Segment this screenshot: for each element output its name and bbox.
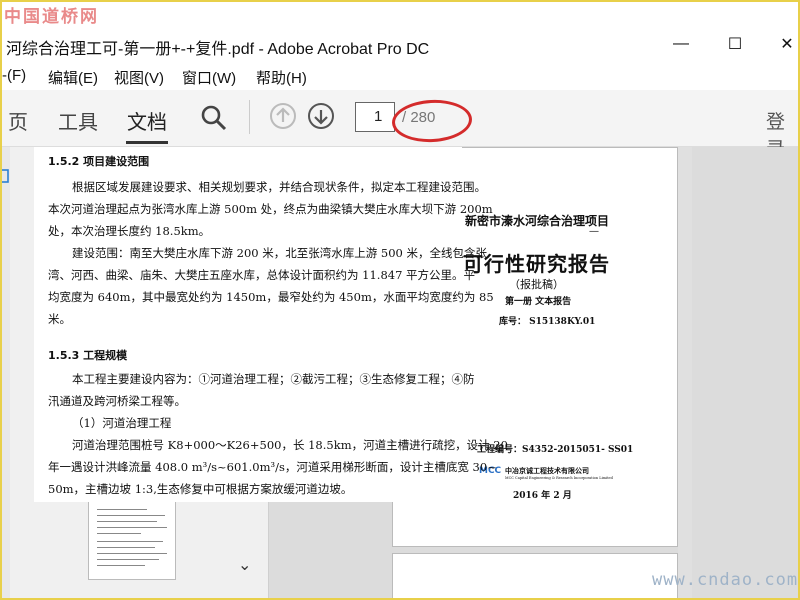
window-title: 河综合治理工可-第一册+-+复件.pdf - Adobe Acrobat Pro… xyxy=(6,41,430,58)
cover-volume: 第一册 文本报告 xyxy=(505,297,572,307)
arrow-up-icon xyxy=(270,103,296,129)
cover-date: 2016 年 2 月 xyxy=(513,491,572,501)
paragraph-line: 汛通道及跨河桥梁工程等。 xyxy=(48,394,186,408)
section-heading: 1.5.2 项目建设范围 xyxy=(48,155,150,168)
paragraph-line: 湾、河西、曲梁、庙朱、大樊庄五座水库，总体设计面积约为 11.847 平方公里。… xyxy=(48,268,476,282)
watermark-bottom: www.cndao.com xyxy=(652,570,799,590)
menu-file[interactable]: ‐(F) xyxy=(2,67,26,84)
paragraph-line: 根据区域发展建设要求、相关规划要求，并结合现状条件，拟定本工程建设范围。 xyxy=(72,180,486,194)
paragraph-line: 处，本次治理长度约 18.5km。 xyxy=(48,224,211,238)
active-tab-indicator xyxy=(126,141,168,144)
menu-help[interactable]: 帮助(H) xyxy=(256,67,307,88)
paragraph-line: 年一遇设计洪峰流量 408.0 m³/s~601.0m³/s，河道采用梯形断面，… xyxy=(48,460,497,474)
tab-home[interactable]: 页 xyxy=(8,106,28,135)
next-page-preview xyxy=(392,553,678,600)
toolbar-divider xyxy=(249,100,250,134)
paragraph-line: 均宽度为 640m，其中最宽处约为 1450m，最窄处约为 450m，水面平均宽… xyxy=(48,290,494,304)
cover-subtitle: （报批稿） xyxy=(509,278,564,291)
previous-page-button[interactable] xyxy=(269,102,297,130)
close-button[interactable]: ✕ xyxy=(764,30,800,58)
document-page: 1.5.2 项目建设范围 根据区域发展建设要求、相关规划要求，并结合现状条件，拟… xyxy=(34,147,508,502)
menu-window[interactable]: 窗口(W) xyxy=(182,67,236,88)
page-number-input[interactable]: 1 xyxy=(355,102,395,132)
tab-tools[interactable]: 工具 xyxy=(58,106,98,135)
page-thumbnail[interactable] xyxy=(88,500,176,580)
paragraph-line: 本次河道治理起点为张湾水库上游 500m 处，终点为曲梁镇大樊庄水库大坝下游 2… xyxy=(48,202,493,216)
cover-serial: 库号： S15138KY.01 xyxy=(499,317,596,327)
tab-document[interactable]: 文档 xyxy=(127,106,167,135)
chevron-down-icon[interactable]: ⌄ xyxy=(238,555,251,575)
paragraph-line: 米。 xyxy=(48,312,71,326)
paragraph-line: 50m，主槽边坡 1:3,生态修复中可根据方案放缓河道边坡。 xyxy=(48,482,353,496)
minimize-button[interactable]: — xyxy=(658,30,704,58)
arrow-down-icon xyxy=(308,103,334,129)
next-page-button[interactable] xyxy=(307,102,335,130)
menu-edit[interactable]: 编辑(E) xyxy=(48,67,98,88)
cover-company: 中冶京诚工程技术有限公司 xyxy=(505,466,589,475)
menu-view[interactable]: 视图(V) xyxy=(114,67,164,88)
vertical-scrollbar[interactable] xyxy=(678,147,692,600)
search-icon[interactable] xyxy=(200,104,228,132)
paragraph-line: 建设范围：南至大樊庄水库下游 200 米，北至张湾水库上游 500 米，全线包含… xyxy=(72,246,488,260)
list-item-heading: （1）河道治理工程 xyxy=(72,416,172,430)
cover-company-en: MCC Capital Engineering & Research Incor… xyxy=(505,476,613,480)
section-heading: 1.5.3 工程规模 xyxy=(48,349,128,362)
cover-dash: — xyxy=(589,226,599,237)
paragraph-line: 河道治理范围桩号 K8+000～K26+500，长 18.5km，河道主槽进行疏… xyxy=(72,438,508,452)
bookmark-icon[interactable] xyxy=(0,168,10,186)
watermark-top: 中国道桥网 xyxy=(4,7,99,27)
maximize-button[interactable]: ☐ xyxy=(712,30,758,58)
paragraph-line: 本工程主要建设内容为：①河道治理工程；②截污工程；③生态修复工程；④防 xyxy=(72,372,475,386)
